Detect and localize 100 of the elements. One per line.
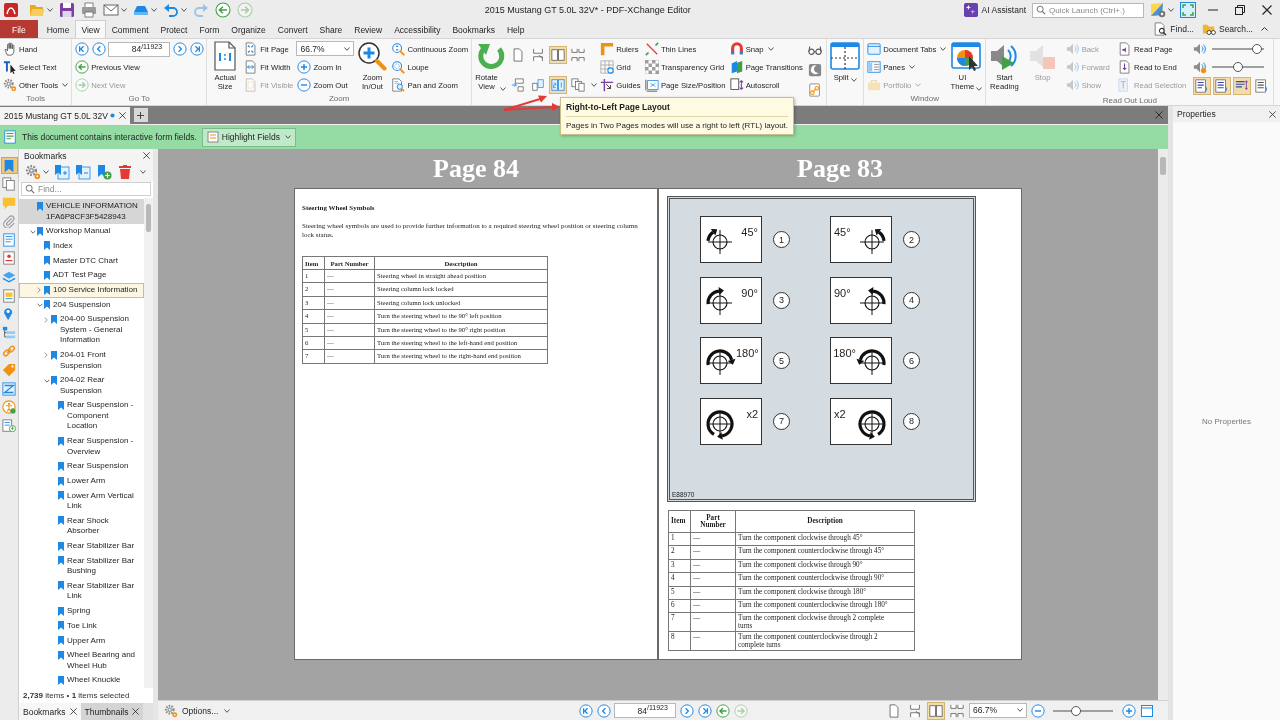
side-panel-button[interactable]: [0, 249, 18, 267]
slider-thumb[interactable]: [1252, 44, 1263, 54]
find-button[interactable]: Find...: [1151, 21, 1196, 37]
zoom-dropdown[interactable]: 66.7%: [969, 702, 1027, 718]
toggle-button[interactable]: [1213, 77, 1232, 95]
search-input[interactable]: Find...: [38, 184, 147, 194]
toggle-button[interactable]: [927, 701, 945, 720]
settings-button[interactable]: [23, 163, 51, 181]
zoom-input[interactable]: 66.7%: [973, 705, 1015, 715]
toggle-button[interactable]: [569, 76, 588, 94]
search-button[interactable]: Search...: [1199, 21, 1255, 37]
document-tab[interactable]: 2015 Mustang GT 5.0L 32V: [0, 107, 130, 124]
page-input[interactable]: 84: [617, 705, 647, 716]
bookmark-item[interactable]: Rear Stabilizer Bar Link: [19, 578, 144, 605]
menu-tab[interactable]: Accessibility: [388, 20, 447, 38]
last-page-button[interactable]: [189, 41, 205, 57]
toggle-button[interactable]: [1193, 77, 1212, 95]
first-page-button[interactable]: [578, 702, 593, 719]
new-tab-button[interactable]: [133, 108, 148, 122]
text-input[interactable]: Quick Launch (Ctrl+.): [1049, 5, 1140, 15]
bookmark-item[interactable]: Master DTC Chart: [19, 253, 144, 269]
bookmark-item[interactable]: Rear Stabilizer Bar Bushing: [19, 553, 144, 579]
slider-thumb[interactable]: [1070, 705, 1081, 716]
previous-page-button[interactable]: [91, 41, 107, 57]
bookmark-item[interactable]: Index: [19, 238, 144, 254]
bookmark-item[interactable]: Lower Arm: [19, 473, 144, 489]
bookmark-item[interactable]: Workshop Manual: [19, 224, 144, 239]
bookmark-item[interactable]: Wheel Bearing and Wheel Hub: [19, 648, 144, 674]
side-panel-button[interactable]: [0, 342, 18, 360]
side-panel-button[interactable]: [0, 231, 18, 249]
quick-launch-field[interactable]: Quick Launch (Ctrl+.): [1032, 2, 1144, 18]
back-button[interactable]: [715, 702, 730, 719]
zoom-dropdown[interactable]: 66.7%: [296, 41, 355, 56]
bookmark-item[interactable]: Wheel Knuckle: [19, 673, 144, 688]
close-icon[interactable]: [132, 708, 140, 715]
toolbar-button[interactable]: [213, 1, 233, 19]
bookmark-item[interactable]: 100 Service Information: [19, 282, 144, 298]
scrollbar-thumb[interactable]: [146, 204, 151, 232]
bookmark-item[interactable]: Rear Shock Absorber: [19, 513, 144, 539]
close-icon[interactable]: [69, 708, 77, 715]
side-panel-button[interactable]: [0, 157, 18, 174]
zoom-input[interactable]: 66.7%: [300, 43, 343, 54]
side-panel-button[interactable]: [0, 175, 18, 193]
toolbar-button[interactable]: [57, 1, 77, 19]
zoom-in-button[interactable]: [1121, 702, 1136, 719]
bookmark-item[interactable]: 204-02 Rear Suspension: [19, 373, 144, 399]
toolbar-button[interactable]: [73, 163, 93, 181]
bookmark-item[interactable]: Lower Arm Vertical Link: [19, 488, 144, 514]
menu-tab[interactable]: Help: [500, 20, 531, 38]
fullscreen-button[interactable]: [1177, 1, 1199, 19]
bookmark-item[interactable]: 204 Suspension: [19, 297, 144, 313]
panel-button[interactable]: [1139, 702, 1154, 719]
bookmark-item[interactable]: Rear Suspension: [19, 459, 144, 474]
bookmark-item[interactable]: ADT Test Page: [19, 268, 144, 283]
toggle-button[interactable]: [1233, 77, 1252, 95]
close-icon[interactable]: [118, 112, 126, 119]
menu-tab[interactable]: Review: [348, 20, 389, 38]
toggle-button[interactable]: [569, 46, 588, 64]
toolbar-button[interactable]: [101, 1, 129, 19]
menu-tab[interactable]: Home: [40, 20, 76, 38]
toggle-button[interactable]: [549, 76, 568, 94]
bookmark-item[interactable]: 204-01 Front Suspension: [19, 348, 144, 374]
menu-tab[interactable]: Form: [193, 20, 226, 38]
menu-tab[interactable]: View: [75, 20, 106, 38]
menu-tab[interactable]: Comment: [105, 20, 155, 38]
menu-tab[interactable]: Bookmarks: [446, 20, 501, 38]
toolbar-button[interactable]: [79, 1, 99, 19]
panel-tab[interactable]: Thumbnails: [80, 703, 144, 720]
menu-tab[interactable]: Share: [313, 20, 349, 38]
menu-tab[interactable]: Protect: [154, 20, 194, 38]
menu-tab[interactable]: Organize: [225, 20, 272, 38]
toggle-button[interactable]: [549, 46, 568, 64]
side-panel-button[interactable]: [0, 417, 18, 435]
scrollbar-thumb[interactable]: [1160, 157, 1166, 175]
side-panel-button[interactable]: [0, 398, 18, 416]
slider-thumb[interactable]: [1233, 62, 1244, 72]
bookmark-item[interactable]: Upper Arm: [19, 633, 144, 649]
ai-assistant-button[interactable]: AI Assistant: [960, 1, 1029, 19]
panel-tab[interactable]: Bookmarks: [19, 703, 81, 720]
bookmark-item[interactable]: Rear Suspension - Overview: [19, 434, 144, 460]
options-button[interactable]: Options...: [164, 702, 231, 719]
bookmark-item[interactable]: 204-00 Suspension System - General Information: [19, 312, 144, 348]
menu-tab[interactable]: Convert: [271, 20, 314, 38]
bookmark-item[interactable]: Rear Stabilizer Bar: [19, 539, 144, 554]
bookmark-item[interactable]: Toe Link: [19, 618, 144, 634]
close-icon[interactable]: [143, 152, 150, 159]
bookmark-item[interactable]: VEHICLE INFORMATION 1FA6P8CF3F5428943: [19, 199, 144, 225]
zoom-out-button[interactable]: [1030, 702, 1045, 719]
side-panel-button[interactable]: [0, 380, 18, 398]
last-page-button[interactable]: [697, 702, 712, 719]
close-icon[interactable]: [1269, 110, 1276, 118]
toolbar-button[interactable]: [52, 163, 72, 181]
next-page-button[interactable]: [172, 41, 188, 57]
side-panel-button[interactable]: [0, 287, 18, 305]
previous-page-button[interactable]: [596, 702, 611, 719]
next-page-button[interactable]: [679, 702, 694, 719]
side-panel-button[interactable]: [0, 361, 18, 379]
bookmark-item[interactable]: Spring: [19, 604, 144, 619]
page-input[interactable]: 84: [111, 44, 142, 54]
highlight-fields-button[interactable]: Highlight Fields: [201, 127, 296, 147]
